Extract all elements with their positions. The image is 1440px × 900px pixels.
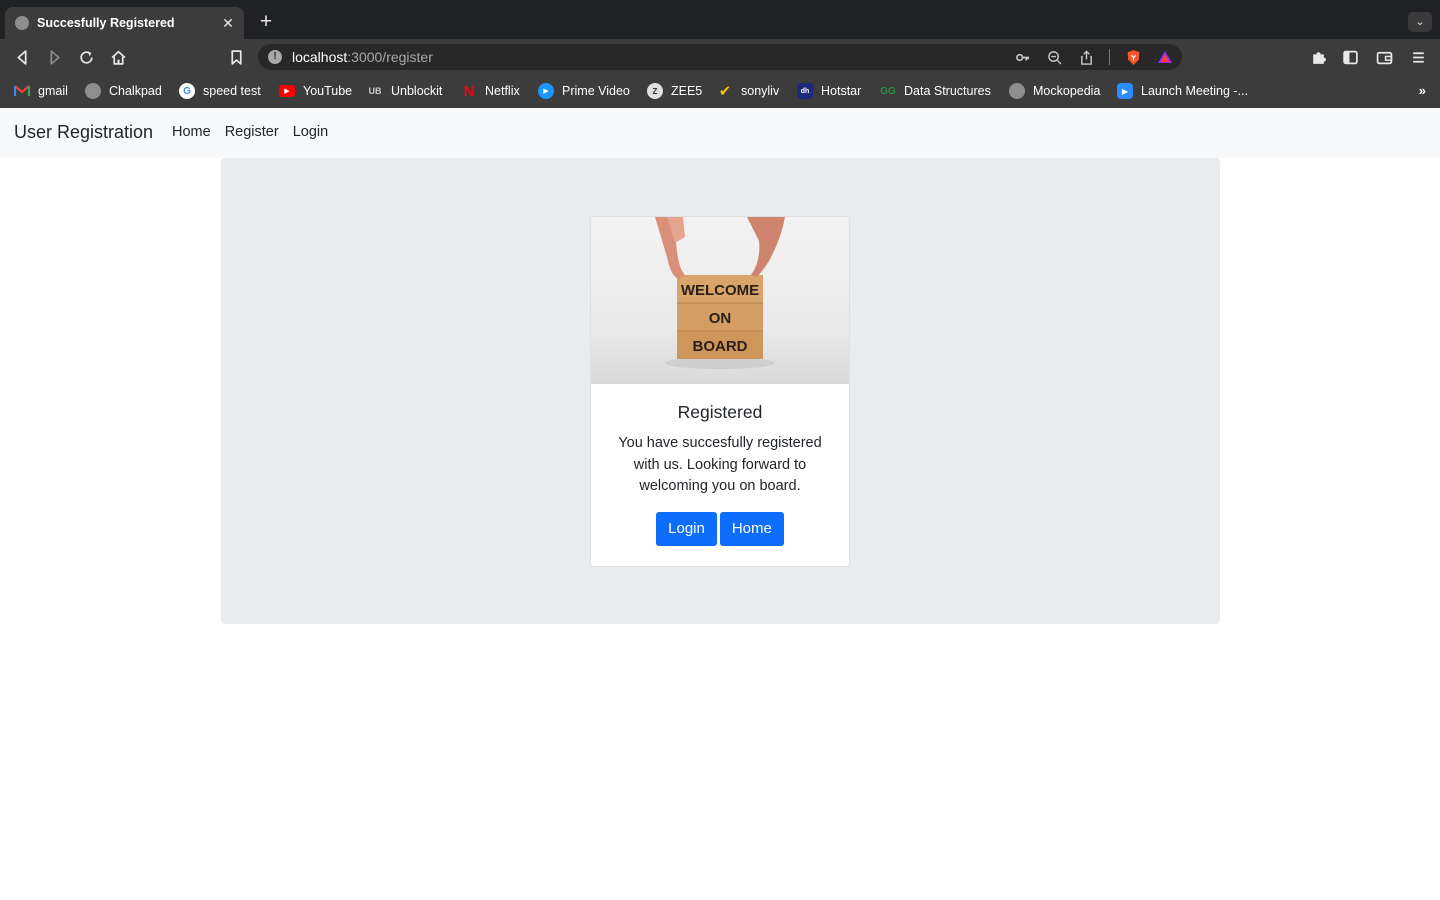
bookmark-netflix[interactable]: N Netflix — [461, 82, 520, 100]
bookmark-unblockit[interactable]: UB Unblockit — [367, 83, 443, 99]
puzzle-icon — [1312, 51, 1326, 64]
bookmark-icon — [230, 49, 242, 65]
navbar-brand[interactable]: User Registration — [14, 122, 153, 143]
reload-icon — [79, 50, 93, 64]
nav-links: Home Register Login — [172, 124, 328, 140]
bookmark-youtube[interactable]: ▶ YouTube — [279, 83, 352, 99]
gfg-icon: GG — [880, 85, 896, 97]
globe-icon — [15, 16, 29, 30]
page-viewport: User Registration Home Register Login WE… — [0, 108, 1440, 900]
bookmark-sonyliv[interactable]: ✔ sonyliv — [717, 83, 780, 100]
sidebar-button[interactable] — [1338, 45, 1362, 69]
new-tab-button[interactable]: + — [256, 11, 276, 32]
bookmark-button[interactable] — [224, 45, 248, 69]
nav-link-login[interactable]: Login — [293, 124, 328, 140]
separator — [1109, 49, 1110, 65]
success-card: WELCOME ON BOARD Registered You have suc… — [590, 216, 850, 567]
address-bar-actions — [1013, 48, 1174, 66]
address-bar[interactable]: ! localhost:3000/register — [258, 44, 1182, 70]
image-text-on: ON — [709, 310, 732, 327]
tab-list-button[interactable]: ⌄ — [1408, 12, 1432, 32]
bookmark-prime-video[interactable]: ▶ Prime Video — [538, 83, 630, 99]
bookmarks-bar: gmail Chalkpad Gspeed test ▶ YouTube UB Un… — [0, 75, 1440, 108]
image-text-board: BOARD — [693, 338, 748, 355]
sidebar-icon — [1342, 50, 1358, 64]
wallet-button[interactable] — [1372, 45, 1396, 69]
prime-video-icon: ▶ — [538, 83, 554, 99]
home-button-card[interactable]: Home — [719, 511, 784, 546]
gmail-icon — [14, 83, 30, 99]
login-button[interactable]: Login — [656, 511, 717, 546]
bookmark-data-structures[interactable]: GG Data Structures — [880, 83, 991, 99]
navbar: User Registration Home Register Login — [0, 108, 1440, 158]
bookmark-hotstar[interactable]: dh Hotstar — [797, 83, 861, 99]
hotstar-icon: dh — [797, 83, 813, 99]
nav-link-home[interactable]: Home — [172, 124, 211, 140]
zoom-icon: ▶ — [1117, 83, 1133, 99]
tab-title: Succesfully Registered — [37, 16, 175, 30]
card-actions: Login Home — [607, 511, 833, 546]
url-path: :3000/register — [347, 49, 433, 65]
menu-button[interactable] — [1406, 45, 1430, 69]
image-text-welcome: WELCOME — [681, 282, 759, 299]
back-button[interactable] — [10, 45, 34, 69]
bookmark-mockopedia[interactable]: Mockopedia — [1009, 83, 1100, 99]
zee5-icon: Z — [647, 83, 663, 99]
bookmark-launch-meeting[interactable]: ▶ Launch Meeting -... — [1117, 83, 1248, 99]
browser-toolbar: ! localhost:3000/register — [0, 39, 1440, 75]
brave-shield-icon[interactable] — [1124, 48, 1142, 66]
zoom-out-icon[interactable] — [1045, 48, 1063, 66]
url-host: localhost — [292, 49, 348, 65]
share-icon[interactable] — [1077, 48, 1095, 66]
google-icon: G — [179, 83, 195, 99]
nav-link-register[interactable]: Register — [225, 124, 279, 140]
netflix-icon: N — [463, 82, 475, 100]
wallet-icon — [1376, 51, 1392, 64]
forward-icon — [49, 49, 60, 65]
home-icon — [111, 50, 125, 65]
home-button[interactable] — [106, 45, 130, 69]
more-bookmarks-icon[interactable]: » — [1419, 83, 1426, 98]
browser-tabstrip: Succesfully Registered ✕ + ⌄ — [0, 0, 1440, 39]
extensions-button[interactable] — [1306, 45, 1330, 69]
globe-icon — [85, 83, 101, 99]
hamburger-icon — [1412, 51, 1424, 63]
bookmark-zee5[interactable]: Z ZEE5 — [647, 83, 702, 99]
site-info-icon[interactable]: ! — [268, 50, 282, 64]
browser-tab[interactable]: Succesfully Registered ✕ — [5, 7, 244, 39]
card-text: You have succesfully registered with us.… — [618, 435, 822, 494]
forward-button[interactable] — [42, 45, 66, 69]
bookmark-speed-test[interactable]: Gspeed test — [179, 83, 261, 99]
globe-icon — [1009, 83, 1025, 99]
card-title: Registered — [677, 402, 763, 422]
youtube-icon: ▶ — [279, 85, 295, 97]
sonyliv-icon: ✔ — [718, 83, 732, 100]
reload-button[interactable] — [74, 45, 98, 69]
brave-rewards-icon[interactable] — [1156, 48, 1174, 66]
close-tab-icon[interactable]: ✕ — [220, 15, 236, 32]
back-icon — [16, 49, 27, 65]
bookmark-gmail[interactable]: gmail — [14, 83, 68, 99]
welcome-on-board-image: WELCOME ON BOARD — [591, 217, 849, 384]
card-body: Registered You have succesfully register… — [591, 384, 849, 562]
unblockit-icon: UB — [368, 86, 382, 96]
bookmark-chalkpad[interactable]: Chalkpad — [85, 83, 162, 99]
key-icon[interactable] — [1013, 48, 1031, 66]
jumbotron: WELCOME ON BOARD Registered You have suc… — [221, 158, 1220, 624]
